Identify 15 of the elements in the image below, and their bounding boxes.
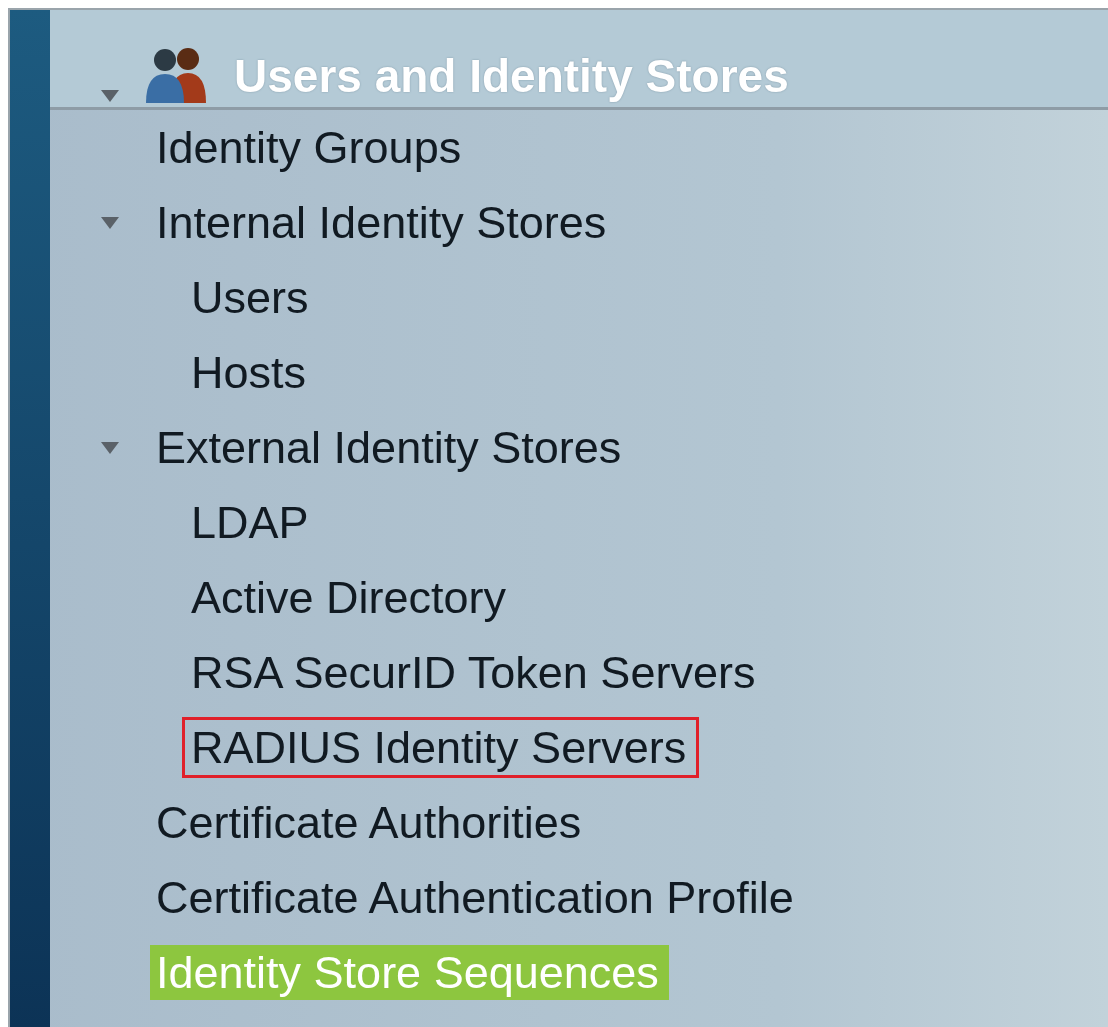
tree-item[interactable]: Certificate Authentication Profile xyxy=(150,869,804,926)
section-title: Users and Identity Stores xyxy=(234,49,789,103)
tree-item[interactable]: Active Directory xyxy=(185,569,517,626)
tree-item[interactable]: Certificate Authorities xyxy=(150,794,592,851)
tree-item[interactable]: RSA SecurID Token Servers xyxy=(185,644,766,701)
tree-item[interactable]: LDAP xyxy=(185,494,319,551)
expand-triangle-icon[interactable] xyxy=(100,215,120,230)
tree-item[interactable]: Identity Groups xyxy=(150,119,472,176)
expand-triangle-icon[interactable] xyxy=(100,440,120,455)
tree-item[interactable]: RADIUS Identity Servers xyxy=(185,719,697,776)
collapse-triangle-icon[interactable] xyxy=(100,89,120,103)
tree-item[interactable]: Hosts xyxy=(185,344,317,401)
tree-item[interactable]: External Identity Stores xyxy=(150,419,632,476)
tree-item[interactable]: Internal Identity Stores xyxy=(150,194,617,251)
tree-item[interactable]: Users xyxy=(185,269,319,326)
